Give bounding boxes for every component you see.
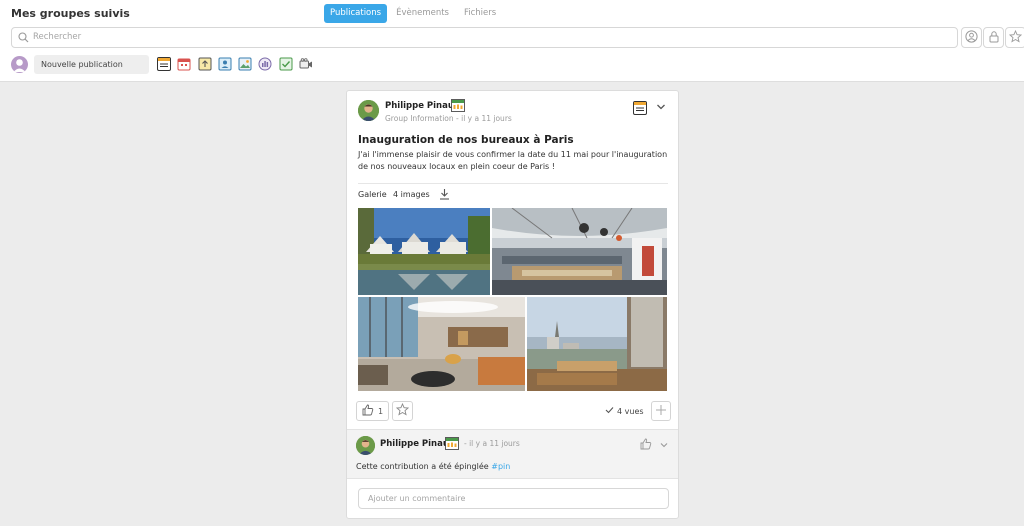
- search-placeholder: Rechercher: [33, 32, 82, 42]
- gallery-label: Galerie: [358, 190, 387, 199]
- views-count: 4 vues: [617, 406, 644, 416]
- views-indicator: 4 vues: [605, 406, 644, 416]
- task-type-icon[interactable]: [279, 57, 293, 71]
- lock-icon: [988, 30, 1000, 46]
- tab-evenements[interactable]: Évènements: [390, 4, 455, 23]
- tab-bar: Publications Évènements Fichiers: [324, 4, 505, 23]
- like-button[interactable]: 1: [356, 401, 389, 421]
- comment-time: - il y a 11 jours: [464, 439, 520, 448]
- lock-filter-button[interactable]: [983, 27, 1004, 48]
- image-type-icon[interactable]: [238, 57, 252, 71]
- gallery-image-1[interactable]: [358, 208, 490, 295]
- gallery-count: 4 images: [393, 190, 430, 199]
- gallery-image-2[interactable]: [492, 208, 667, 295]
- thumbs-up-icon: [362, 404, 374, 419]
- contact-type-icon[interactable]: [218, 57, 232, 71]
- gallery-image-3[interactable]: [358, 297, 525, 391]
- favorites-filter-button[interactable]: [1005, 27, 1024, 48]
- star-icon: [395, 402, 410, 419]
- chevron-down-icon[interactable]: [660, 441, 668, 451]
- comment-input[interactable]: Ajouter un commentaire: [358, 488, 669, 509]
- author-avatar[interactable]: [358, 100, 379, 121]
- check-icon: [605, 406, 614, 416]
- post-meta: Group Information - il y a 11 jours: [385, 114, 512, 123]
- pin-tag[interactable]: #pin: [491, 462, 510, 471]
- post-body: J'ai l'immense plaisir de vous confirmer…: [358, 150, 668, 171]
- post-title: Inauguration de nos bureaux à Paris: [358, 134, 574, 146]
- event-type-icon[interactable]: [177, 57, 191, 71]
- thumbs-up-icon[interactable]: [640, 438, 652, 453]
- file-upload-type-icon[interactable]: [198, 57, 212, 71]
- pinned-comment: Philippe Pinault - il y a 11 jours Cette…: [347, 429, 678, 479]
- post-author-name[interactable]: Philippe Pinault: [385, 101, 461, 111]
- search-input[interactable]: Rechercher: [11, 27, 958, 48]
- add-button[interactable]: [651, 401, 671, 421]
- group-badge-icon: [451, 99, 465, 115]
- divider: [358, 183, 668, 184]
- information-type-icon[interactable]: [157, 57, 171, 71]
- group-badge-icon: [445, 437, 459, 453]
- comment-body: Cette contribution a été épinglée: [356, 462, 489, 471]
- user-circle-icon: [965, 29, 978, 46]
- poll-type-icon[interactable]: [258, 57, 272, 71]
- video-type-icon[interactable]: [299, 57, 313, 71]
- comment-author-avatar[interactable]: [356, 436, 375, 455]
- current-user-avatar[interactable]: [11, 56, 28, 73]
- publication-type-icons: [157, 57, 319, 71]
- tab-fichiers[interactable]: Fichiers: [458, 4, 502, 23]
- gallery-image-4[interactable]: [527, 297, 667, 391]
- chevron-down-icon[interactable]: [656, 103, 666, 114]
- search-icon: [18, 32, 29, 46]
- top-bar: Mes groupes suivis Publications Évènemen…: [0, 0, 1024, 82]
- download-icon[interactable]: [439, 188, 450, 203]
- star-icon: [1008, 29, 1023, 46]
- comment-text: Cette contribution a été épinglée #pin: [356, 462, 510, 471]
- plus-icon: [655, 404, 667, 419]
- publication-card: Philippe Pinault Group Information - il …: [346, 90, 679, 519]
- tab-publications[interactable]: Publications: [324, 4, 388, 23]
- new-publication-button[interactable]: Nouvelle publication: [34, 55, 149, 74]
- user-filter-button[interactable]: [961, 27, 982, 48]
- page-title: Mes groupes suivis: [11, 7, 130, 20]
- like-count: 1: [377, 406, 384, 416]
- information-type-icon: [633, 101, 647, 118]
- favorite-button[interactable]: [392, 401, 413, 421]
